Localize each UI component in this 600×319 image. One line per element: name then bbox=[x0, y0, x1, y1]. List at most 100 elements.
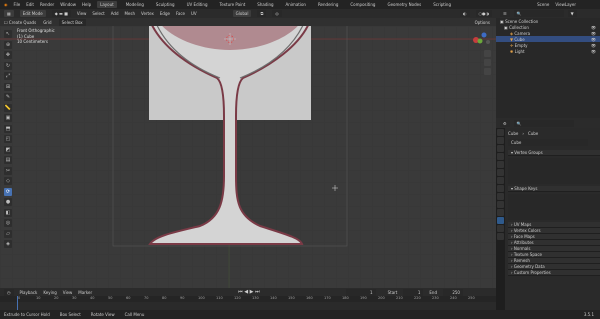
vertex-groups-list[interactable] bbox=[508, 158, 600, 184]
rip-tool-icon[interactable]: ◈ bbox=[4, 240, 12, 248]
tab-shading[interactable]: Shading bbox=[254, 1, 276, 8]
shading-icons[interactable]: ○●◑ bbox=[475, 10, 492, 17]
outliner-search-input[interactable]: 🔍 bbox=[513, 10, 564, 17]
bevel-tool-icon[interactable]: ◩ bbox=[4, 145, 12, 154]
tool-tab-icon[interactable] bbox=[497, 129, 504, 136]
menu-mesh[interactable]: Mesh bbox=[124, 11, 135, 16]
poly-build-tool-icon[interactable]: ◇ bbox=[4, 177, 12, 185]
editor-type-icon[interactable]: ▦ bbox=[4, 10, 14, 17]
inset-tool-icon[interactable]: ◰ bbox=[4, 135, 12, 143]
menu-edit[interactable]: Edit bbox=[26, 2, 34, 7]
add-cube-tool-icon[interactable]: ▣ bbox=[4, 114, 12, 122]
tab-geometry-nodes[interactable]: Geometry Nodes bbox=[384, 1, 424, 8]
viewport-canvas[interactable] bbox=[0, 26, 496, 288]
visibility-icon[interactable]: 👁 bbox=[591, 43, 596, 48]
transform-tool-icon[interactable]: ⊞ bbox=[4, 82, 12, 91]
select-box-dropdown[interactable]: Select Box bbox=[58, 18, 86, 26]
select-mode-icons[interactable]: ◆ ▬ ■ bbox=[51, 10, 71, 17]
overlay-icon[interactable]: ◐ bbox=[460, 10, 470, 17]
knife-tool-icon[interactable]: ✂ bbox=[4, 166, 12, 175]
rotate-tool-icon[interactable]: ↻ bbox=[4, 61, 12, 70]
select-tool-icon[interactable]: ↖ bbox=[4, 30, 12, 38]
tab-compositing[interactable]: Compositing bbox=[347, 1, 378, 8]
measure-tool-icon[interactable]: 📏 bbox=[4, 103, 12, 112]
shape-keys-list[interactable] bbox=[508, 194, 600, 220]
panel-shape-keys[interactable]: ▾ Shape Keys bbox=[508, 186, 600, 192]
tab-layout[interactable]: Layout bbox=[97, 1, 117, 8]
extrude-tool-icon[interactable]: ⬒ bbox=[4, 124, 12, 133]
current-frame-field[interactable]: 1 bbox=[345, 288, 376, 296]
view-layer-name[interactable]: ViewLayer bbox=[555, 2, 576, 7]
outliner-editor-icon[interactable]: ☰ bbox=[500, 10, 510, 17]
scene-tab-icon[interactable] bbox=[497, 161, 504, 168]
menu-vertex[interactable]: Vertex bbox=[141, 11, 154, 16]
menu-render[interactable]: Render bbox=[40, 2, 54, 7]
proportional-icon[interactable]: ◎ bbox=[272, 10, 282, 17]
end-frame-field[interactable]: 250 bbox=[442, 288, 463, 296]
texture-tab-icon[interactable] bbox=[497, 233, 504, 240]
properties-search-input[interactable]: 🔍 bbox=[513, 119, 574, 127]
loop-cut-tool-icon[interactable]: ▤ bbox=[4, 156, 12, 164]
visibility-icon[interactable]: 👁 bbox=[591, 37, 596, 42]
tab-sculpting[interactable]: Sculpting bbox=[153, 1, 178, 8]
menu-help[interactable]: Help bbox=[82, 2, 91, 7]
constraints-tab-icon[interactable] bbox=[497, 209, 504, 216]
3d-viewport[interactable] bbox=[0, 26, 496, 288]
output-tab-icon[interactable] bbox=[497, 145, 504, 152]
timeline-menu-playback[interactable]: Playback bbox=[20, 290, 38, 295]
tab-scripting[interactable]: Scripting bbox=[430, 1, 454, 8]
panel-custom-properties[interactable]: › Custom Properties bbox=[508, 270, 600, 276]
tab-modeling[interactable]: Modeling bbox=[123, 1, 147, 8]
grid-fill-option[interactable]: Grid bbox=[43, 20, 51, 25]
tab-rendering[interactable]: Rendering bbox=[315, 1, 341, 8]
menu-view[interactable]: View bbox=[77, 11, 87, 16]
mesh-data-tab-icon[interactable] bbox=[497, 217, 504, 224]
annotate-tool-icon[interactable]: ✎ bbox=[4, 93, 12, 101]
tab-texture-paint[interactable]: Texture Paint bbox=[216, 1, 248, 8]
playback-controls[interactable]: ⏮ ◀ ▶ ⏭ bbox=[238, 289, 259, 295]
cursor-tool-icon[interactable]: ⊕ bbox=[4, 40, 12, 49]
snap-icon[interactable]: ⧉ bbox=[257, 10, 267, 17]
visibility-icon[interactable]: 👁 bbox=[591, 25, 596, 30]
menu-add[interactable]: Add bbox=[111, 11, 119, 16]
options-dropdown[interactable]: Options bbox=[475, 20, 490, 25]
timeline-menu-marker[interactable]: Marker bbox=[78, 290, 92, 295]
menu-window[interactable]: Window bbox=[60, 2, 76, 7]
modifier-tab-icon[interactable] bbox=[497, 185, 504, 192]
filter-icon[interactable]: ▼ bbox=[567, 10, 577, 17]
timeline-editor-icon[interactable]: ◷ bbox=[4, 288, 14, 296]
tab-uv-editing[interactable]: UV Editing bbox=[184, 1, 211, 8]
shear-tool-icon[interactable]: ▱ bbox=[4, 229, 12, 238]
timeline-menu-view[interactable]: View bbox=[63, 290, 73, 295]
menu-file[interactable]: File bbox=[14, 2, 21, 7]
spin-tool-icon[interactable]: ⟳ bbox=[4, 187, 12, 196]
render-tab-icon[interactable] bbox=[497, 137, 504, 144]
world-tab-icon[interactable] bbox=[497, 169, 504, 176]
menu-select[interactable]: Select bbox=[92, 11, 104, 16]
properties-editor-icon[interactable]: ⚙ bbox=[500, 119, 510, 127]
particles-tab-icon[interactable] bbox=[497, 193, 504, 200]
edge-slide-tool-icon[interactable]: ◧ bbox=[4, 208, 12, 217]
panel-vertex-groups[interactable]: ▾ Vertex Groups bbox=[508, 150, 600, 156]
menu-edge[interactable]: Edge bbox=[160, 11, 170, 16]
visibility-icon[interactable]: 👁 bbox=[591, 31, 596, 36]
visibility-icon[interactable]: 👁 bbox=[591, 49, 596, 54]
tab-animation[interactable]: Animation bbox=[283, 1, 309, 8]
mesh-data-name-field[interactable]: Cube bbox=[508, 139, 588, 146]
transform-orientation[interactable]: Global bbox=[232, 10, 252, 17]
menu-face[interactable]: Face bbox=[176, 11, 185, 16]
shrink-fatten-tool-icon[interactable]: ◎ bbox=[4, 219, 12, 227]
outliner-row-light[interactable]: ✺ Light 👁 bbox=[496, 48, 600, 54]
mode-selector[interactable]: Edit Mode bbox=[19, 10, 46, 17]
smooth-tool-icon[interactable]: ● bbox=[4, 198, 12, 206]
physics-tab-icon[interactable] bbox=[497, 201, 504, 208]
frame-ruler[interactable]: 0 10 20 30 40 50 60 70 80 90 100 110 120… bbox=[0, 296, 496, 302]
start-frame-field[interactable]: 1 bbox=[403, 288, 424, 296]
object-tab-icon[interactable] bbox=[497, 177, 504, 184]
material-tab-icon[interactable] bbox=[497, 225, 504, 232]
timeline-menu-keying[interactable]: Keying bbox=[43, 290, 56, 295]
scale-tool-icon[interactable]: ⤢ bbox=[4, 72, 12, 80]
create-quads-checkbox[interactable]: ☐ Create Quads bbox=[4, 20, 36, 25]
move-tool-icon[interactable]: ✥ bbox=[4, 51, 12, 59]
menu-uv[interactable]: UV bbox=[191, 11, 197, 16]
